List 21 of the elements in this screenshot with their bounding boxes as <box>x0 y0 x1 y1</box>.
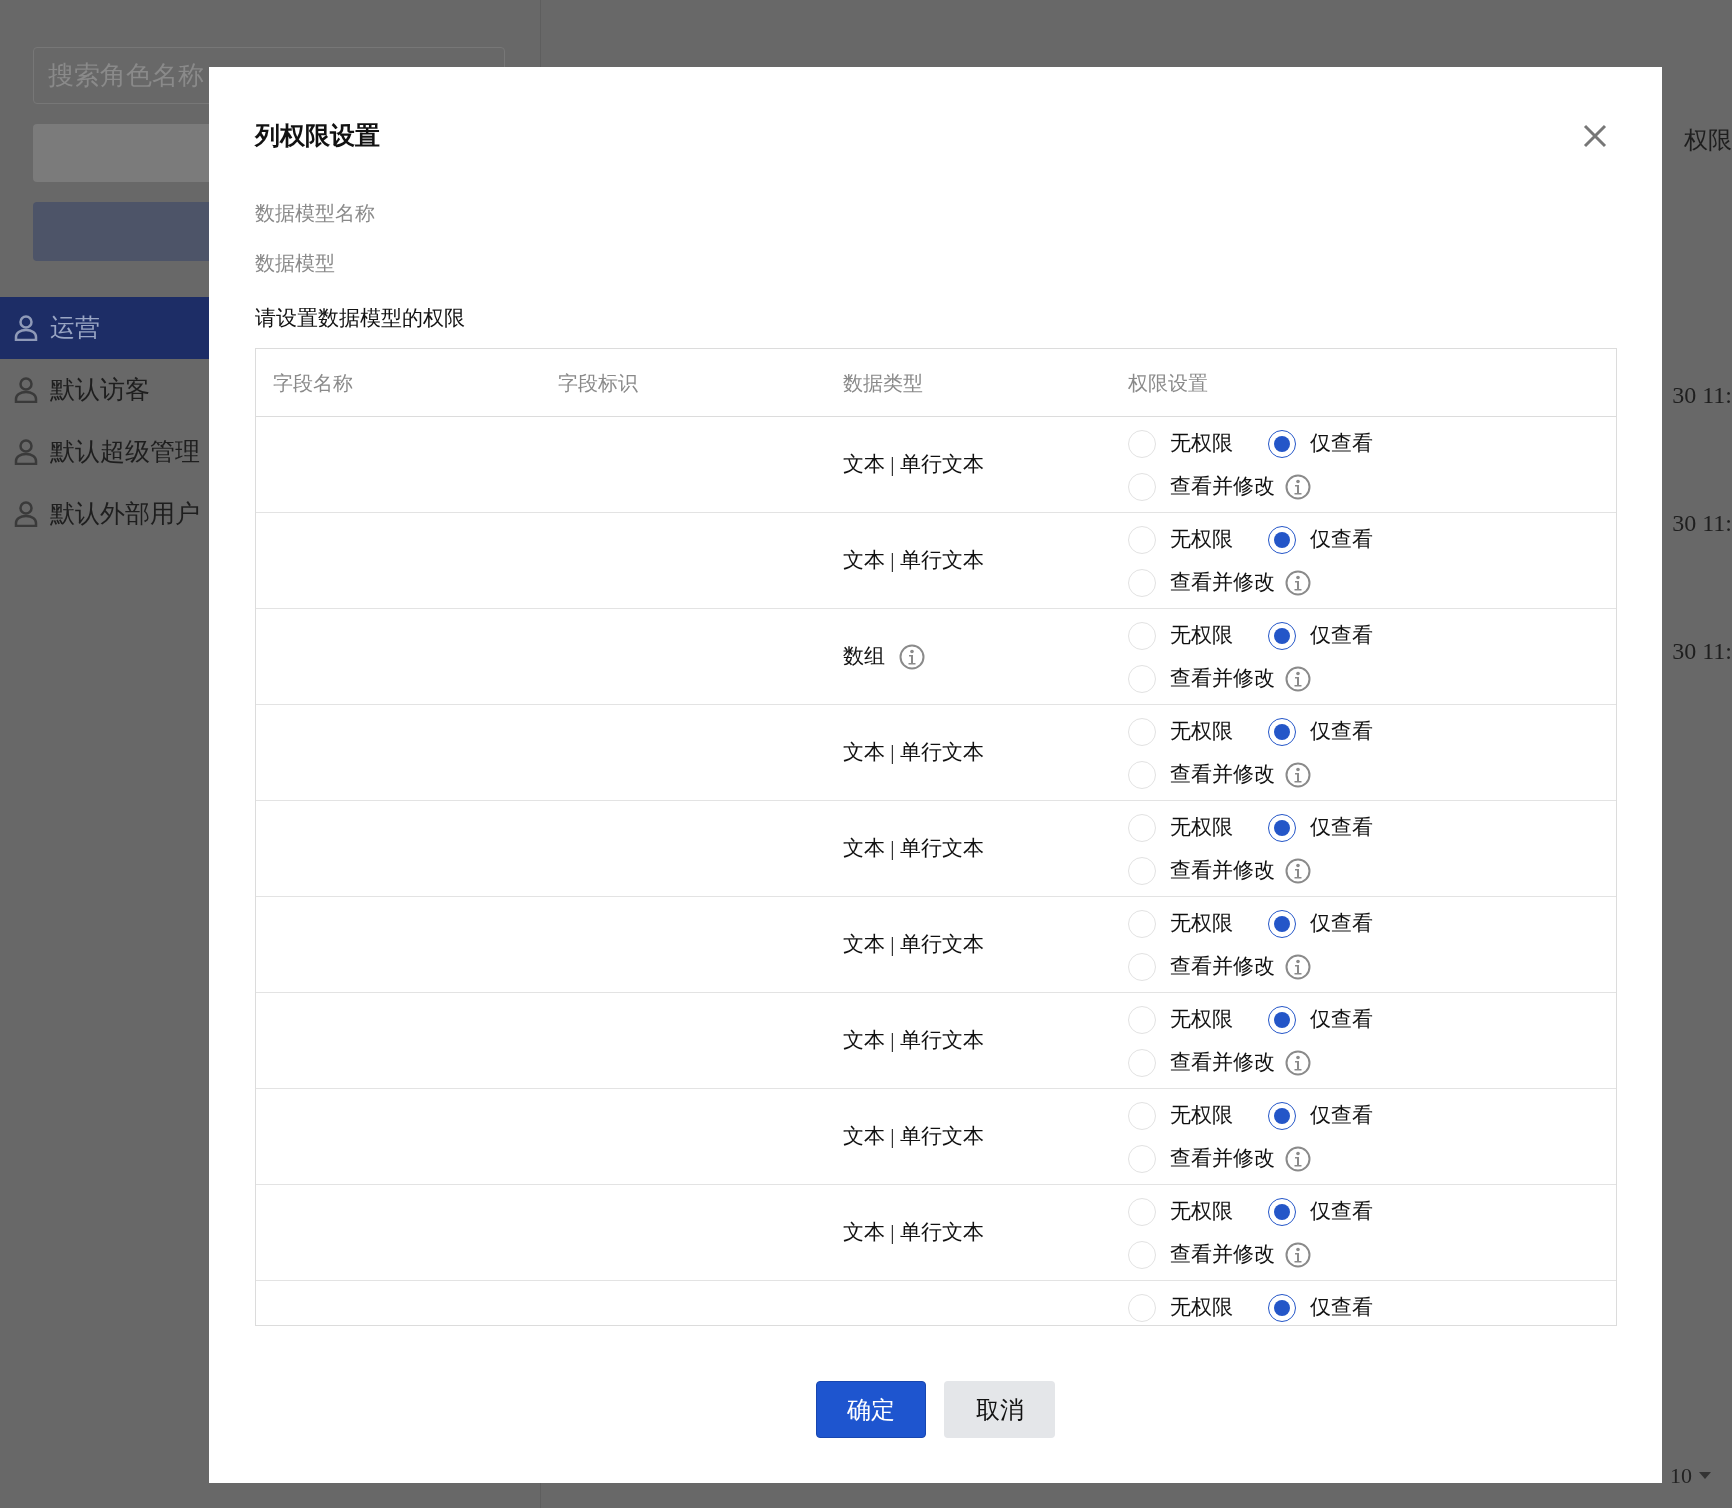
table-cell-text: 文本 | 单行文本 <box>843 738 984 766</box>
info-label: 数据模型 <box>255 252 336 273</box>
column-header: 数据类型 <box>843 370 924 396</box>
dialog-title: 列权限设置 <box>255 121 380 151</box>
column-header: 字段标识 <box>558 370 639 396</box>
info-label: 数据模型名称 <box>255 202 376 223</box>
table-cell-text: 文本 | 单行文本 <box>843 1122 984 1150</box>
column-header: 权限 <box>1684 128 1732 152</box>
time-cell: 30 11: <box>1672 383 1732 407</box>
time-cell: 30 11: <box>1672 639 1732 663</box>
table-cell-text: 文本 | 单行文本 <box>843 450 984 478</box>
table-cell-text: 文本 | 单行文本 <box>843 930 984 958</box>
table-cell-text: 文本 | 单行文本 <box>843 546 984 574</box>
time-cell: 30 11: <box>1672 511 1732 535</box>
table-cell-text: 文本 | 单行文本 <box>843 1026 984 1054</box>
table-cell-text: 数组 <box>843 642 885 670</box>
table-cell-text: 文本 | 单行文本 <box>843 834 984 862</box>
column-header: 权限设置 <box>1128 370 1209 396</box>
table-cell-text: 文本 | 单行文本 <box>843 1218 984 1246</box>
prompt-text: 请设置数据模型的权限 <box>255 304 466 332</box>
column-header: 字段名称 <box>273 370 354 396</box>
